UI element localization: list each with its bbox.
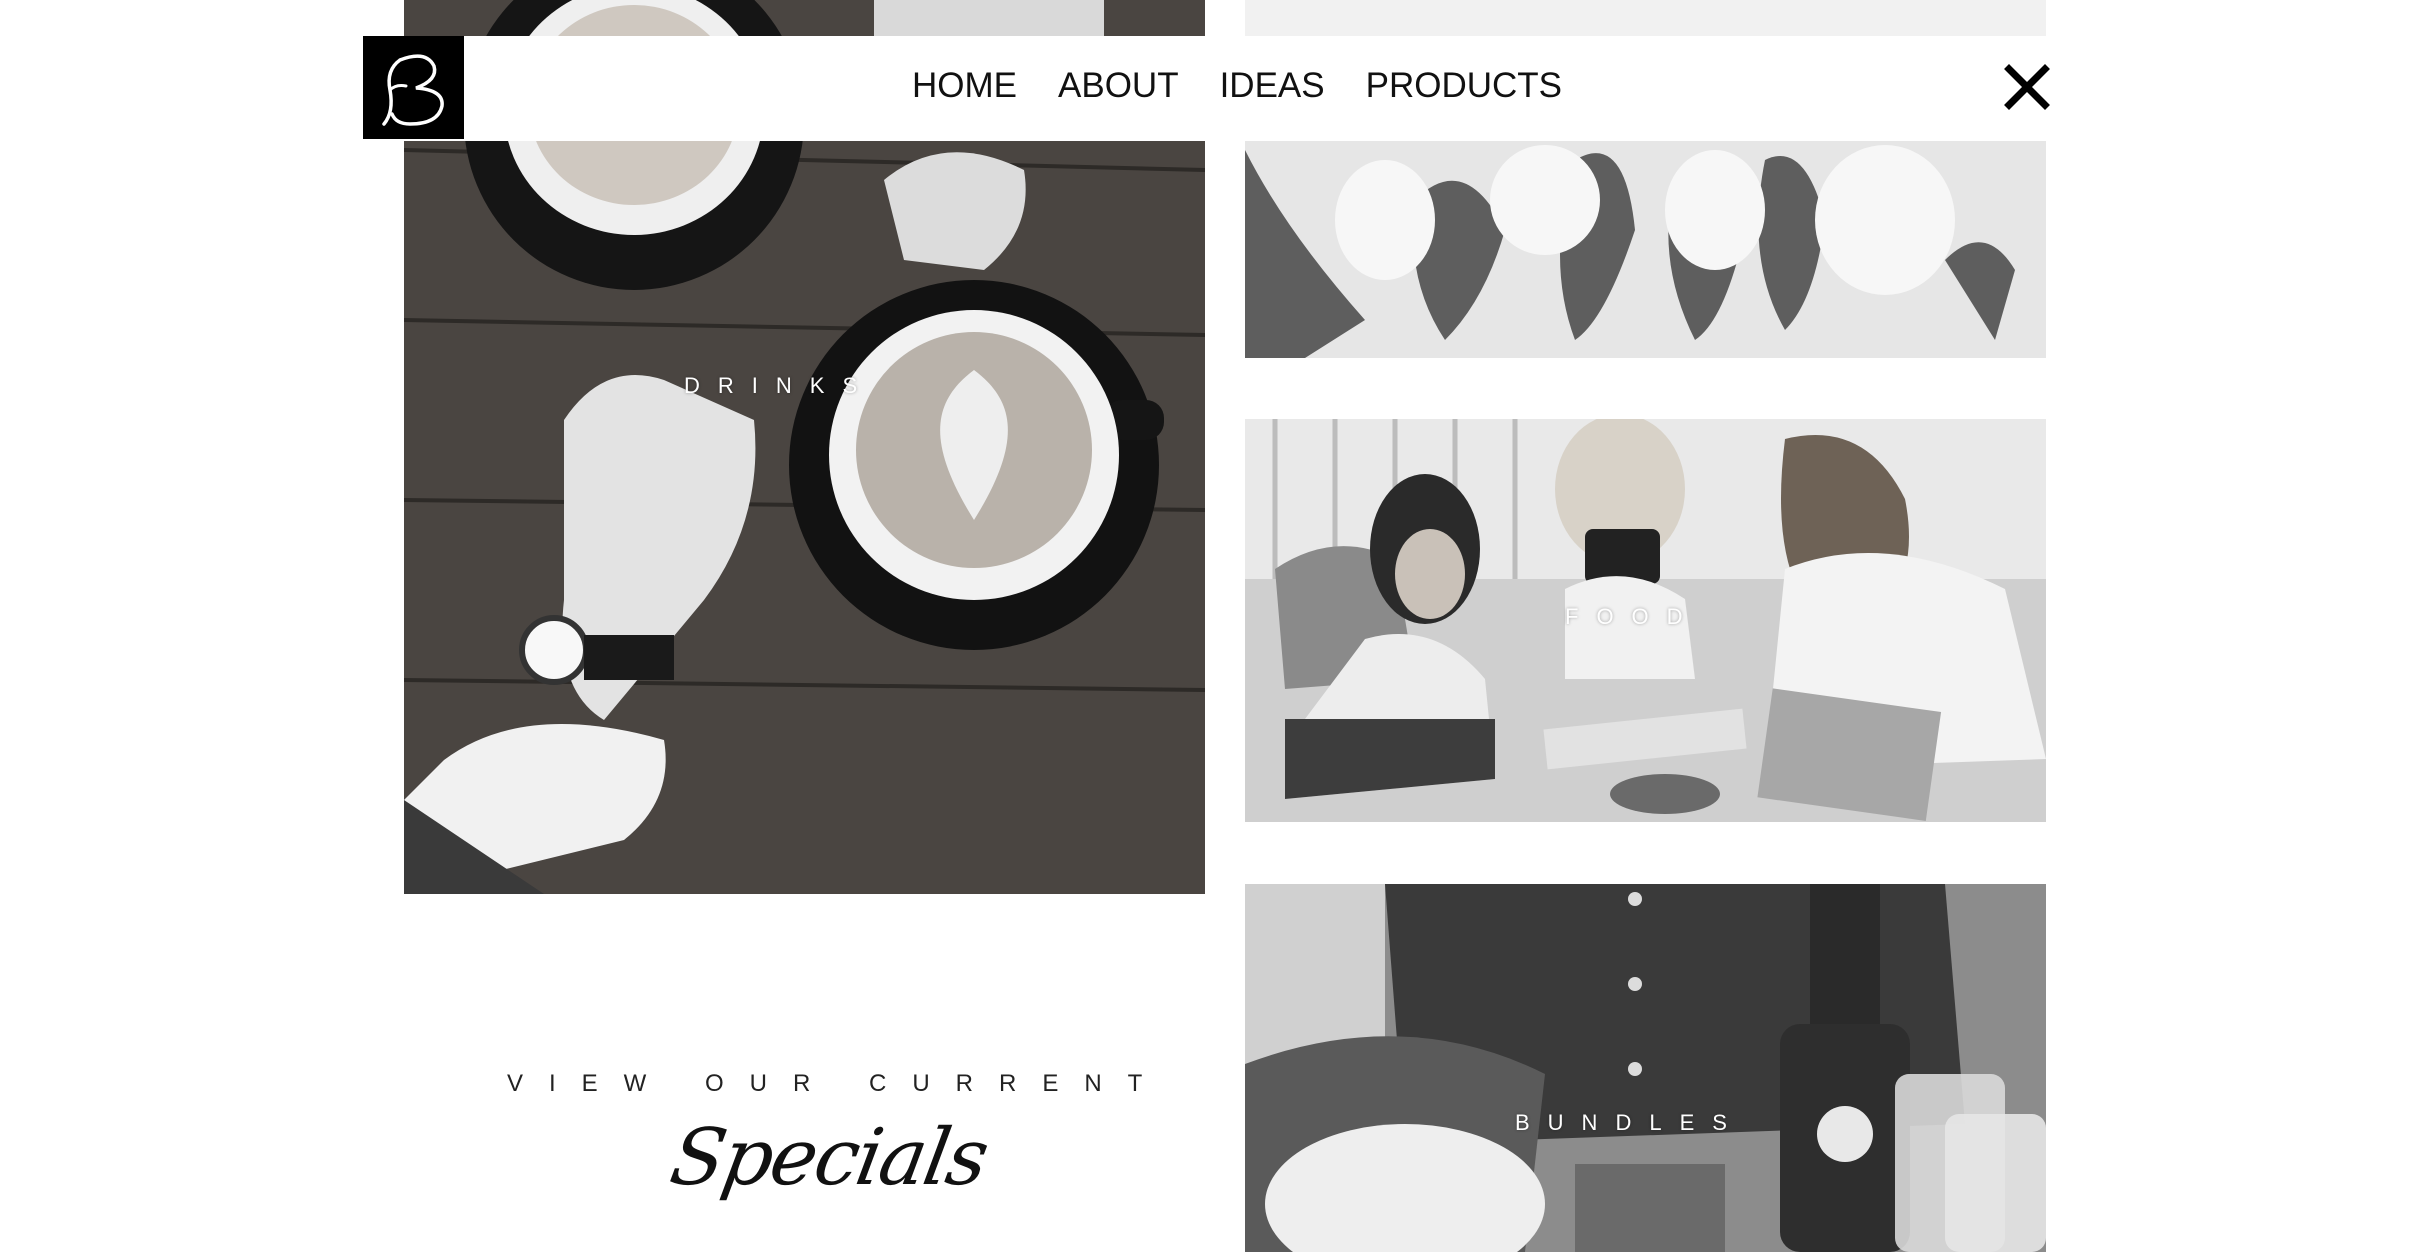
close-icon (2004, 64, 2050, 110)
nav-products[interactable]: PRODUCTS (1366, 66, 1562, 106)
specials-title[interactable]: Specials (664, 1113, 994, 1203)
nav-links: HOME ABOUT IDEAS PRODUCTS (912, 66, 1562, 106)
close-button[interactable] (2004, 64, 2050, 110)
logo-script-b-icon (381, 53, 444, 126)
nav-home[interactable]: HOME (912, 66, 1017, 106)
specials-kicker: VIEW OUR CURRENT (507, 1070, 1169, 1097)
drinks-label: DRINKS (684, 373, 876, 398)
bundles-label: BUNDLES (1515, 1110, 1745, 1135)
nav-about[interactable]: ABOUT (1058, 66, 1179, 106)
food-label: FOOD (1565, 604, 1701, 629)
nav-ideas[interactable]: IDEAS (1220, 66, 1325, 106)
bundles-photo (1245, 884, 2046, 1252)
food-tile[interactable]: FOOD (1245, 419, 2046, 822)
logo[interactable] (363, 36, 464, 139)
bundles-tile[interactable]: BUNDLES (1245, 884, 2046, 1252)
